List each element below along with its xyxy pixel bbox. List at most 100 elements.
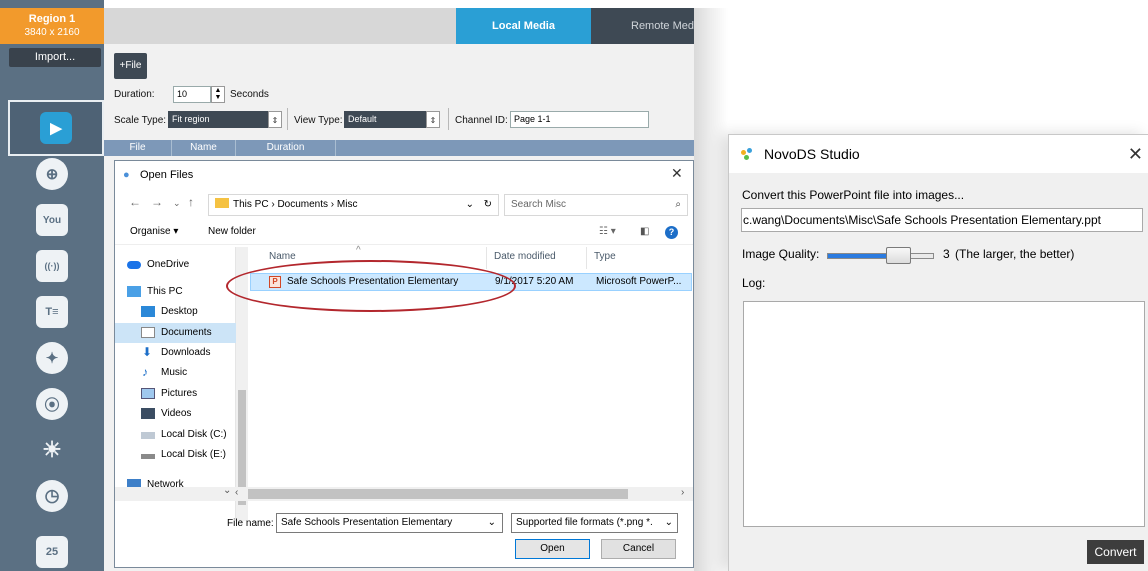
scroll-left-icon[interactable]: ‹ [235,487,238,498]
column-type[interactable]: Type [594,251,616,262]
channel-id-label: Channel ID: [455,115,508,126]
nav-item-videos[interactable]: Videos [115,404,236,424]
nav-item-this-pc[interactable]: This PC [115,282,236,302]
search-input[interactable]: Search Misc ⌕ [504,194,688,216]
sidebar-calendar-button[interactable]: 25 [0,524,104,571]
column-divider [486,247,487,269]
scroll-right-icon[interactable]: › [681,487,684,498]
desktop-icon [141,306,155,317]
tab-local-media[interactable]: Local Media [456,8,591,44]
column-name[interactable]: Name [269,251,296,262]
view-type-value: Default [348,114,377,124]
horizontal-scrollbar-thumb[interactable] [248,489,628,499]
broadcast-icon: ((·)) [36,250,68,282]
app-icon: ● [123,169,130,181]
scale-type-label: Scale Type: [114,115,167,126]
nav-item-downloads[interactable]: ⬇ Downloads [115,343,236,363]
nav-item-music[interactable]: ♪ Music [115,363,236,383]
navigation-pane: OneDrive This PC Desktop Documents ⬇ Dow… [115,247,236,521]
background-strip [694,8,728,571]
twitter-icon: ✦ [36,342,68,374]
sidebar-clock-button[interactable]: ◷ [0,468,104,524]
breadcrumb-path: This PC › Documents › Misc [233,199,358,210]
search-placeholder: Search Misc [511,199,567,210]
highlight-annotation [226,260,516,312]
forward-arrow-icon[interactable]: → [151,195,163,209]
breadcrumb[interactable]: This PC › Documents › Misc ⌄ ↻ [208,194,499,216]
image-quality-slider[interactable] [827,253,934,259]
download-arrow-icon: ⬇ [142,345,153,359]
scale-type-value: Fit region [172,114,210,124]
column-date-modified[interactable]: Date modified [494,251,556,262]
chevron-down-icon[interactable]: ⌄ [488,514,496,532]
region-badge[interactable]: Region 1 3840 x 2160 [0,8,104,44]
slider-thumb[interactable] [886,247,911,264]
tab-remote-media[interactable]: Remote Media [591,8,694,44]
nav-item-pictures[interactable]: Pictures [115,384,236,404]
open-files-dialog: Open Files ● ✕ ← → ⌄ ↑ This PC › Documen… [114,160,694,568]
region-resolution: 3840 x 2160 [24,27,80,38]
column-file[interactable]: File [104,140,172,156]
toolbar-divider [448,108,449,130]
rss-icon: ⦿ [36,388,68,420]
cancel-button[interactable]: Cancel [601,539,676,559]
calendar-icon: 25 [36,536,68,568]
log-textarea[interactable] [743,301,1145,527]
close-icon[interactable]: ✕ [671,165,683,182]
dialog-title: NovoDS Studio [764,146,860,162]
organise-menu[interactable]: Organise ▾ [130,226,178,237]
videos-icon [141,408,155,419]
convert-button[interactable]: Convert [1087,540,1144,564]
preview-pane-icon[interactable]: ◧ [640,226,649,237]
weather-icon: ☀ [42,437,62,462]
up-arrow-icon[interactable]: ↑ [188,195,194,209]
documents-icon [141,327,155,338]
file-type: Microsoft PowerP... [596,276,682,287]
chevron-down-icon[interactable]: ⌄ [223,485,231,496]
youtube-icon: You [36,204,68,236]
import-button[interactable]: Import... [9,48,101,67]
monitor-icon [127,286,141,297]
channel-id-input[interactable]: Page 1-1 [510,111,649,128]
search-icon: ⌕ [675,199,681,210]
image-quality-value: 3 [943,247,950,261]
folder-icon [215,198,229,208]
region-name: Region 1 [28,13,76,25]
convert-message: Convert this PowerPoint file into images… [742,188,965,202]
nav-item-documents[interactable]: Documents [115,323,236,343]
drive-icon [141,454,155,459]
column-duration[interactable]: Duration [236,140,336,156]
view-options-icon[interactable]: ☷ ▾ [599,226,616,237]
horizontal-scrollbar[interactable]: ⌄ ‹ › [115,485,693,501]
dialog-titlebar: NovoDS Studio ✕ [729,135,1148,173]
chevron-down-icon[interactable]: ⌄ [466,195,474,215]
refresh-icon[interactable]: ↻ [484,195,492,215]
nav-item-local-disk-e[interactable]: Local Disk (E:) [115,445,236,465]
dialog-toolbar: Organise ▾ New folder ☷ ▾ ◧ ? [115,221,693,245]
file-name-value: Safe Schools Presentation Elementary [281,517,453,528]
chevron-down-icon: ⌄ [664,514,673,532]
file-name-input[interactable]: Safe Schools Presentation Elementary ⌄ [276,513,503,533]
nav-item-desktop[interactable]: Desktop [115,302,236,322]
nav-item-onedrive[interactable]: OneDrive [115,255,236,275]
image-quality-label: Image Quality: [742,247,820,261]
screenshot-stage: Region 1 3840 x 2160 Import... ▶ ⊕ You (… [0,0,1148,571]
open-button[interactable]: Open [515,539,590,559]
file-path-field[interactable]: c.wang\Documents\Misc\Safe Schools Prese… [741,208,1143,232]
recent-chevron-icon[interactable]: ⌄ [173,198,181,209]
novods-logo-icon [741,148,755,162]
back-arrow-icon[interactable]: ← [129,195,141,209]
view-type-select[interactable]: Default ⇕ [344,111,440,128]
duration-stepper[interactable]: ▲ ▼ [211,86,225,103]
help-icon[interactable]: ? [665,226,678,239]
close-icon[interactable]: ✕ [1128,135,1143,173]
duration-input[interactable]: 10 [173,86,211,103]
column-name[interactable]: Name [172,140,236,156]
add-file-button[interactable]: +File [114,53,147,79]
new-folder-button[interactable]: New folder [208,226,256,237]
scale-type-select[interactable]: Fit region ⇕ [168,111,282,128]
file-type-select[interactable]: Supported file formats (*.png *. ⌄ [511,513,678,533]
nav-item-local-disk-c[interactable]: Local Disk (C:) [115,425,236,445]
view-type-label: View Type: [294,115,343,126]
pictures-icon [141,388,155,399]
